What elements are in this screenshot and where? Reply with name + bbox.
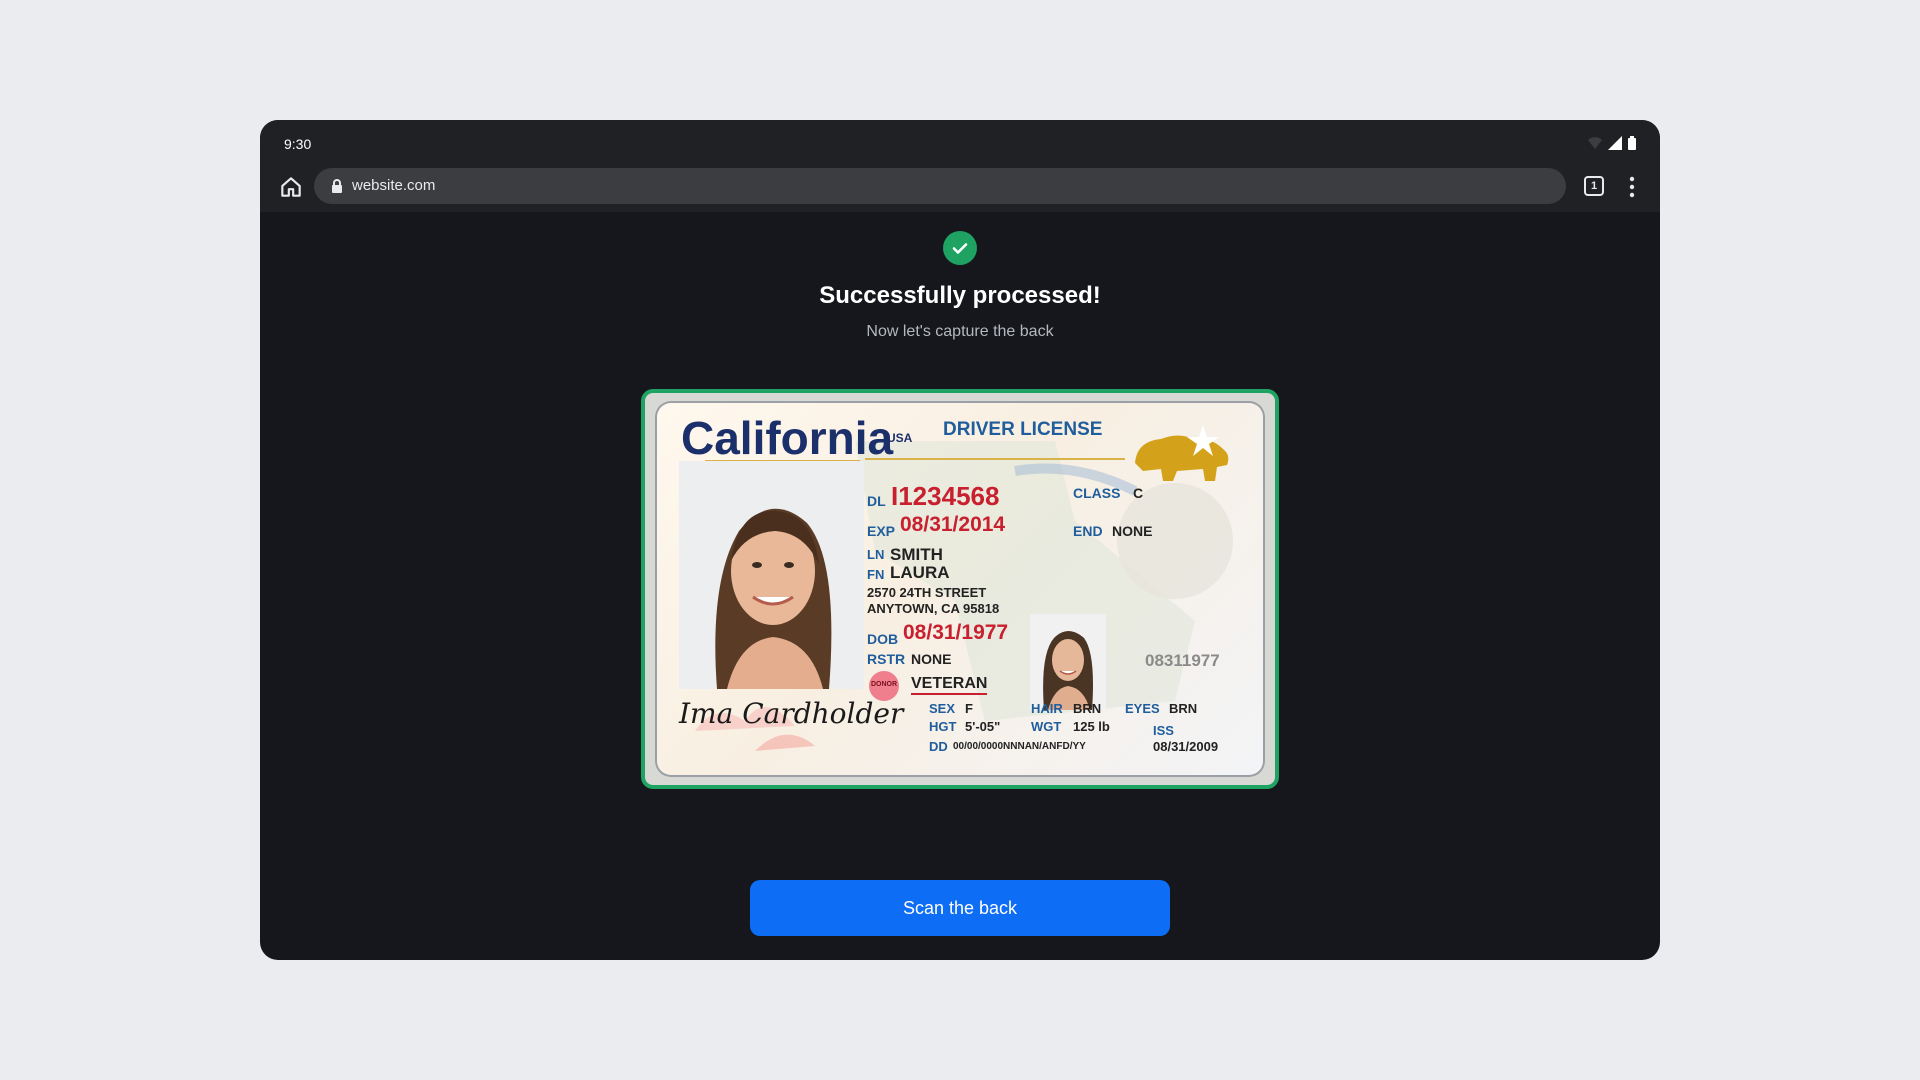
signal-icon [1608,136,1622,150]
exp-label: EXP [867,523,896,539]
address-bar[interactable]: website.com [314,168,1566,204]
last-name: SMITH [890,545,943,564]
card-doc-type: DRIVER LICENSE [943,419,1103,440]
first-name: LAURA [890,563,950,582]
url-text: website.com [352,177,436,194]
tablet-screen: 9:30 website.com 1 Successfully processe… [260,120,1660,960]
card-country: USA [887,431,913,445]
address-line-1: 2570 24TH STREET [867,585,987,600]
dob-label: DOB [867,631,899,647]
card-state-name: California [681,412,894,464]
id-card: California USA DRIVER LICENSE DL I123456… [655,401,1265,777]
ghost-number: 08311977 [1145,651,1220,670]
dl-number: I1234568 [891,481,1000,511]
battery-icon [1628,136,1636,150]
tab-switcher-button[interactable]: 1 [1584,176,1604,196]
rstr-value: NONE [911,651,952,667]
page-subtitle: Now let's capture the back [866,323,1054,340]
hgt-label: HGT [929,719,957,734]
wifi-icon [1588,137,1602,149]
donor-text: DONOR [870,681,898,688]
page-title: Successfully processed! [819,282,1101,309]
signature: Ima Cardholder [679,697,904,730]
status-time: 9:30 [284,136,312,152]
ghost-photo [1030,614,1106,710]
more-options-icon[interactable] [1628,174,1636,200]
lock-icon [332,179,342,193]
hair-label: HAIR [1031,701,1063,716]
id-card-preview: California USA DRIVER LICENSE DL I123456… [641,389,1279,789]
dd-value: 00/00/0000NNNAN/ANFD/YY [953,741,1086,752]
rstr-label: RSTR [867,651,906,667]
fn-label: FN [867,567,885,582]
hgt-value: 5'-05" [965,719,1001,734]
bear-emblem-icon [1135,425,1229,481]
success-check-icon [943,231,977,265]
status-bar: 9:30 [260,120,1660,162]
wgt-value: 125 lb [1073,719,1110,734]
address-line-2: ANYTOWN, CA 95818 [867,601,1000,616]
exp-date: 08/31/2014 [900,513,1006,536]
ln-label: LN [867,547,885,562]
sex-label: SEX [929,701,956,716]
sex-value: F [965,701,973,716]
eyes-value: BRN [1169,701,1198,716]
dl-label: DL [867,493,886,509]
end-value: NONE [1112,523,1153,539]
home-icon[interactable] [278,174,304,200]
eyes-label: EYES [1125,701,1160,716]
wgt-label: WGT [1031,719,1062,734]
dob-value: 08/31/1977 [903,621,1009,644]
scan-back-button[interactable]: Scan the back [750,880,1170,936]
cardholder-photo [679,461,864,689]
browser-toolbar: website.com 1 [260,162,1660,212]
iss-label: ISS [1153,723,1174,738]
end-label: END [1073,523,1103,539]
iss-value: 08/31/2009 [1153,739,1219,754]
veteran-label: VETERAN [911,675,988,695]
hair-value: BRN [1073,701,1102,716]
system-icons [1588,136,1636,150]
class-value: C [1133,485,1144,501]
dd-label: DD [929,739,948,754]
class-label: CLASS [1073,485,1121,501]
